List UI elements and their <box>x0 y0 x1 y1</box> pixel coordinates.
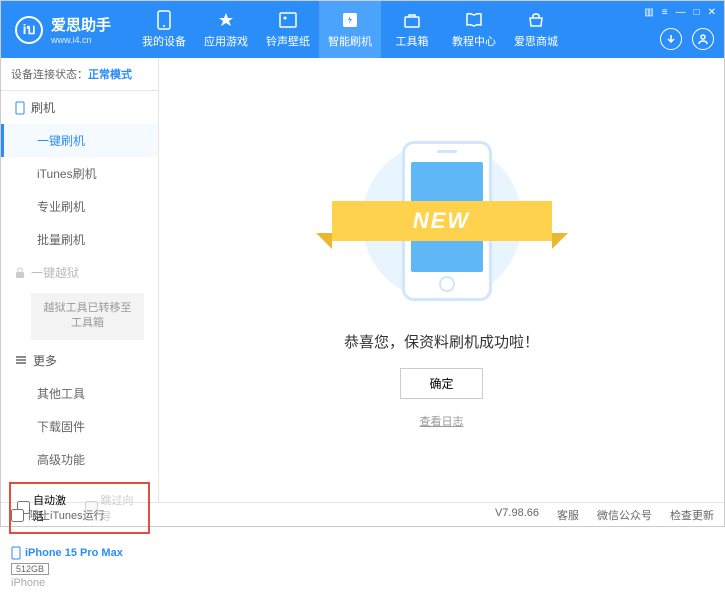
section-jailbreak: 一键越狱 <box>1 256 158 289</box>
main-content: NEW 恭喜您，保资料刷机成功啦！ 确定 查看日志 <box>159 58 724 502</box>
nav-tutorials[interactable]: 教程中心 <box>443 1 505 58</box>
sidebar-item-other-tools[interactable]: 其他工具 <box>1 377 158 410</box>
nav-apps[interactable]: 应用游戏 <box>195 1 257 58</box>
sidebar-item-pro-flash[interactable]: 专业刷机 <box>1 190 158 223</box>
phone-icon <box>154 10 174 30</box>
sidebar-item-advanced[interactable]: 高级功能 <box>1 443 158 476</box>
section-flash[interactable]: 刷机 <box>1 91 158 124</box>
win-btn-2[interactable]: ≡ <box>662 7 668 18</box>
device-storage: 512GB <box>11 563 49 575</box>
nav-my-device[interactable]: 我的设备 <box>133 1 195 58</box>
block-itunes-option[interactable]: 阻止iTunes运行 <box>11 507 105 523</box>
nav-ringtones[interactable]: 铃声壁纸 <box>257 1 319 58</box>
toolbox-icon <box>402 10 422 30</box>
device-phone-icon <box>11 546 21 560</box>
footer-wechat[interactable]: 微信公众号 <box>597 507 652 523</box>
win-btn-1[interactable]: ▥ <box>644 7 653 18</box>
new-ribbon: NEW <box>332 201 552 241</box>
flash-small-icon <box>15 101 25 115</box>
nav-smart-flash[interactable]: 智能刷机 <box>319 1 381 58</box>
download-button[interactable] <box>660 28 682 50</box>
footer-support[interactable]: 客服 <box>557 507 579 523</box>
device-name: iPhone 15 Pro Max <box>25 547 123 559</box>
app-header: iบ 爱思助手 www.i4.cn 我的设备 应用游戏 铃声壁纸 智能刷机 工具… <box>1 1 724 58</box>
close-button[interactable]: ✕ <box>708 7 716 18</box>
flash-icon <box>340 10 360 30</box>
sidebar-item-oneclick-flash[interactable]: 一键刷机 <box>1 124 158 157</box>
window-controls: ▥ ≡ — □ ✕ <box>644 7 716 18</box>
version-label: V7.98.66 <box>495 507 539 523</box>
success-illustration: NEW <box>342 131 542 311</box>
menu-icon <box>15 355 27 365</box>
section-more[interactable]: 更多 <box>1 344 158 377</box>
connection-status: 设备连接状态：正常模式 <box>1 58 158 91</box>
sidebar: 设备连接状态：正常模式 刷机 一键刷机 iTunes刷机 专业刷机 批量刷机 一… <box>1 58 159 502</box>
main-nav: 我的设备 应用游戏 铃声壁纸 智能刷机 工具箱 教程中心 爱思商城 <box>133 1 567 58</box>
minimize-button[interactable]: — <box>676 7 686 18</box>
ok-button[interactable]: 确定 <box>400 368 482 399</box>
store-icon <box>526 10 546 30</box>
jailbreak-note: 越狱工具已转移至工具箱 <box>31 293 144 340</box>
footer-check-update[interactable]: 检查更新 <box>670 507 714 523</box>
sidebar-item-itunes-flash[interactable]: iTunes刷机 <box>1 157 158 190</box>
app-name: 爱思助手 <box>51 14 111 35</box>
apps-icon <box>216 10 236 30</box>
nav-store[interactable]: 爱思商城 <box>505 1 567 58</box>
user-button[interactable] <box>692 28 714 50</box>
logo-area: iบ 爱思助手 www.i4.cn <box>1 14 125 45</box>
book-icon <box>464 10 484 30</box>
app-url: www.i4.cn <box>51 35 111 45</box>
nav-toolbox[interactable]: 工具箱 <box>381 1 443 58</box>
sidebar-item-batch-flash[interactable]: 批量刷机 <box>1 223 158 256</box>
device-info: iPhone 15 Pro Max 512GB iPhone <box>1 540 158 595</box>
block-itunes-checkbox[interactable] <box>11 509 24 522</box>
device-type: iPhone <box>11 577 148 589</box>
maximize-button[interactable]: □ <box>694 7 700 18</box>
lock-icon <box>15 267 25 279</box>
success-message: 恭喜您，保资料刷机成功啦！ <box>344 331 539 352</box>
sidebar-item-download-firmware[interactable]: 下载固件 <box>1 410 158 443</box>
image-icon <box>278 10 298 30</box>
view-log-link[interactable]: 查看日志 <box>420 413 464 429</box>
app-logo-icon: iบ <box>15 16 43 44</box>
